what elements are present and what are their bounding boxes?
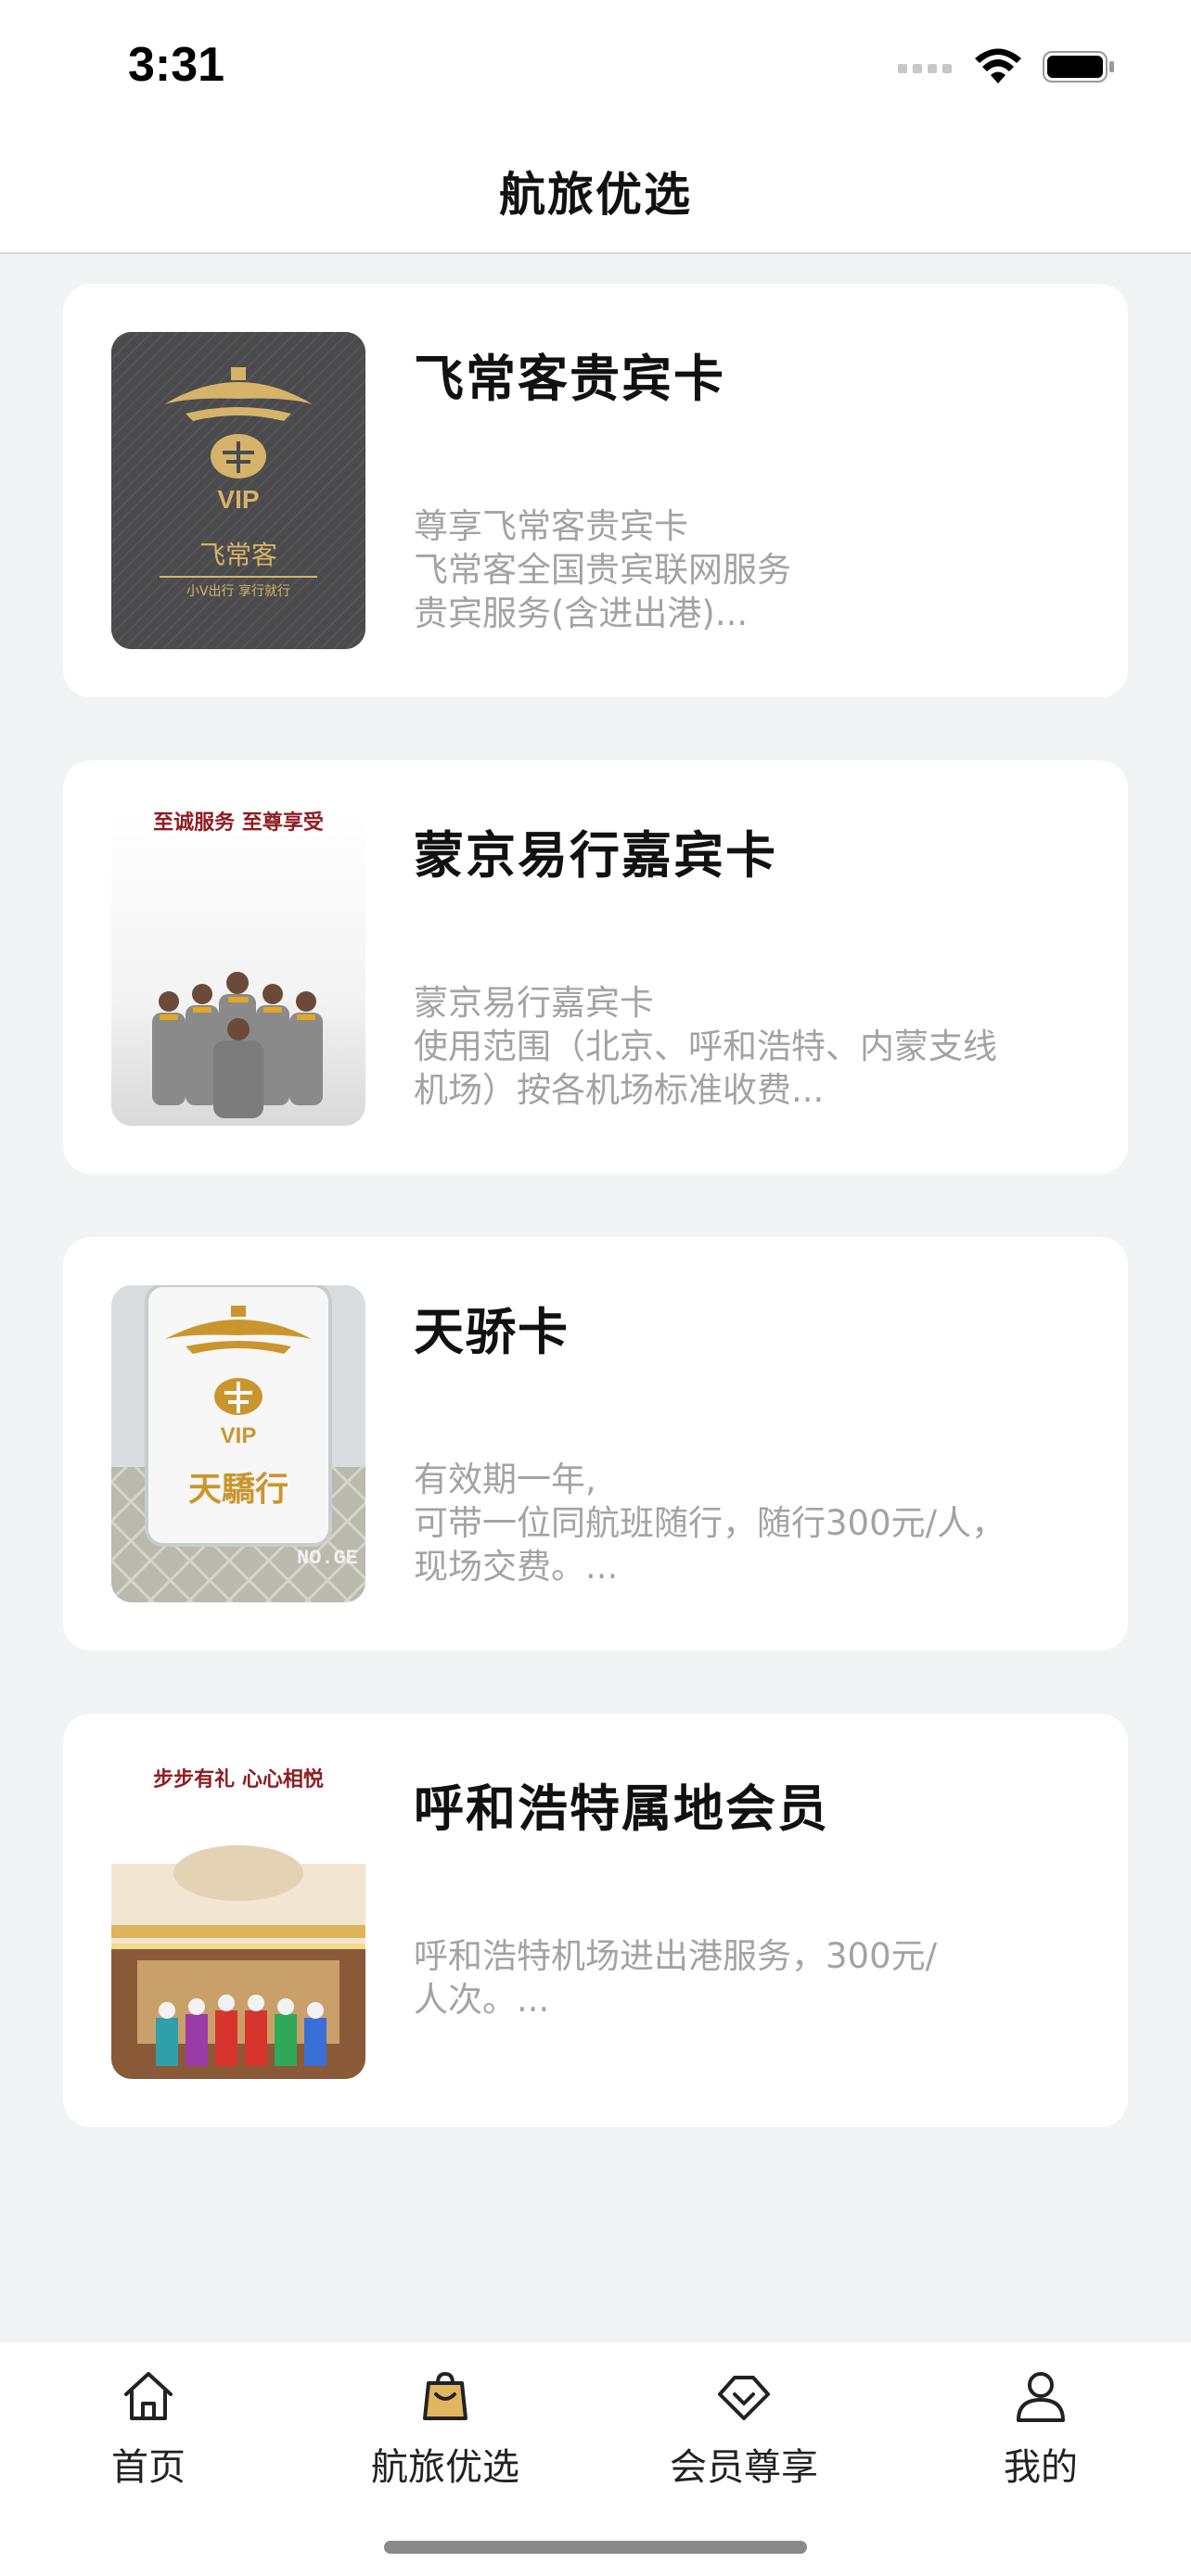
card-description: 蒙京易行嘉宾卡 使用范围（北京、呼和浩特、内蒙支线 机场）按各机场标准收费... [414, 983, 997, 1110]
hall-photo-image: 步步有礼 心心相悦 [111, 1767, 365, 2079]
status-icons [898, 46, 1115, 87]
svg-text:步步有礼 心心相悦: 步步有礼 心心相悦 [153, 1767, 324, 1792]
diamond-icon [718, 2376, 770, 2420]
tab-home[interactable]: 首页 [56, 2366, 241, 2491]
svg-text:至诚服务 至尊享受: 至诚服务 至尊享受 [153, 810, 324, 835]
tab-travel-selection[interactable]: 航旅优选 [352, 2366, 538, 2491]
card-description: 尊享飞常客贵宾卡 飞常客全国贵宾联网服务 贵宾服务(含进出港)... [414, 506, 791, 633]
card-description: 有效期一年, 可带一位同航班随行，随行300元/人， 现场交费。... [414, 1460, 1006, 1587]
card-thumbnail: VIP 天驕行 NO.GE [111, 1285, 365, 1602]
svg-text:NO.GE: NO.GE [297, 1547, 358, 1570]
tab-member-privileges[interactable]: 会员尊享 [651, 2366, 837, 2491]
product-card[interactable]: VIP 天驕行 NO.GE 天骄卡 有效期一年, 可带一位同航班随行，随行300… [63, 1237, 1128, 1651]
card-title: 飞常客贵宾卡 [414, 350, 725, 408]
home-icon [124, 2372, 173, 2420]
card-title: 蒙京易行嘉宾卡 [414, 826, 777, 885]
battery-icon [1043, 51, 1114, 83]
vip-card-image: VIP 飞常客 小V出行 享行就行 [111, 332, 365, 649]
svg-text:VIP: VIP [217, 485, 259, 514]
svg-text:飞常客: 飞常客 [199, 540, 277, 570]
product-card[interactable]: 至诚服务 至尊享受 蒙京易行嘉宾卡 蒙京易行嘉宾卡 使用范围（北京、呼和浩特、内… [63, 760, 1128, 1174]
product-card[interactable]: VIP 飞常客 小V出行 享行就行 飞常客贵宾卡 尊享飞常客贵宾卡 飞常客全国贵… [63, 284, 1128, 697]
svg-text:天驕行: 天驕行 [188, 1470, 288, 1509]
tab-label: 我的 [1004, 2446, 1078, 2489]
svg-text:VIP: VIP [221, 1423, 257, 1448]
tab-label: 航旅优选 [371, 2446, 519, 2489]
wifi-icon [975, 48, 1021, 83]
user-icon [1017, 2372, 1065, 2422]
card-thumbnail: 步步有礼 心心相悦 [111, 1762, 365, 2079]
page-title: 航旅优选 [499, 168, 692, 222]
home-indicator[interactable] [384, 2541, 807, 2554]
product-list: VIP 飞常客 小V出行 享行就行 飞常客贵宾卡 尊享飞常客贵宾卡 飞常客全国贵… [63, 284, 1128, 2190]
tab-mine[interactable]: 我的 [948, 2366, 1133, 2491]
card-title: 天骄卡 [414, 1303, 570, 1361]
card-thumbnail: 至诚服务 至尊享受 [111, 809, 365, 1126]
status-time: 3:31 [128, 38, 225, 92]
card-description: 呼和浩特机场进出港服务，300元/ 人次。... [414, 1936, 938, 2020]
shopping-bag-icon [423, 2371, 467, 2420]
card-title: 呼和浩特属地会员 [414, 1779, 829, 1838]
status-bar: 3:31 [0, 0, 1191, 130]
tab-label: 会员尊享 [670, 2446, 818, 2489]
product-card[interactable]: 步步有礼 心心相悦 呼和浩特属地会员 呼和浩特机场进出港服务，300元/ 人次。… [63, 1714, 1128, 2127]
card-thumbnail: VIP 飞常客 小V出行 享行就行 [111, 332, 365, 649]
tab-label: 首页 [111, 2446, 186, 2489]
tianjiao-card-image: VIP 天驕行 NO.GE [111, 1285, 365, 1602]
svg-text:小V出行 享行就行: 小V出行 享行就行 [186, 583, 290, 599]
nav-bar: 航旅优选 [0, 130, 1191, 254]
cellular-signal-icon [898, 64, 952, 73]
crew-photo-image: 至诚服务 至尊享受 [152, 810, 324, 1118]
